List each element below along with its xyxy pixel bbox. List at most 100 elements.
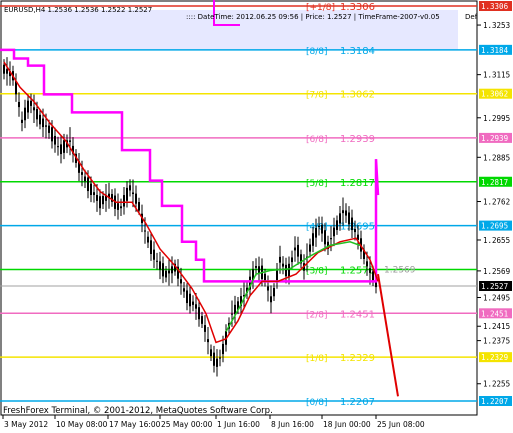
candle-body [159,261,161,270]
candle-body [339,213,341,224]
candle-body [297,244,299,257]
candle-body [216,358,218,367]
candle-body [372,271,374,281]
candle-body [207,339,209,343]
candle-body [81,172,83,175]
candle-body [318,226,320,228]
candle-body [18,101,20,108]
level-label: [5/8] [306,179,328,189]
price-tick-label: 1.3062 [481,90,508,99]
candle-body [321,224,323,234]
price-chart[interactable]: [+1/8] 1.3306 [8/8] 1.3184 [7/8] 1.3062 [6/8] 1… [0,0,513,433]
level-label: [8/8] [306,47,328,57]
info-line: :::: DateTime: 2012.06.25 09:56 | Price:… [186,13,440,21]
candle-body [192,301,194,305]
candle-body [258,266,260,274]
price-tick-label: 1.2527 [481,282,508,291]
candle-body [96,194,98,201]
candle-body [123,195,125,207]
candle-body [171,266,173,274]
level-value: 1.2329 [340,353,375,364]
candle-body [102,195,104,205]
candle-body [282,263,284,267]
candle-body [87,177,89,192]
candle-body [99,196,101,209]
candle-body [348,212,350,225]
candle-body [51,127,53,142]
price-tick-label: 1.2375 [483,337,510,346]
level-label: [2/8] [306,310,328,320]
candle-body [210,349,212,357]
price-tick-label: 1.2207 [481,397,508,406]
price-tick-label: 1.2329 [481,353,508,362]
candle-body [24,107,26,121]
candle-body [42,118,44,128]
level-label: [7/8] [306,91,328,101]
candle-body [153,249,155,260]
candle-body [336,220,338,230]
candle-body [6,69,8,74]
candle-body [342,210,344,214]
candle-body [345,210,347,216]
candle-body [48,125,50,133]
candle-body [156,260,158,262]
price-tick-label: 1.2885 [483,153,510,162]
candle-body [219,357,221,359]
level-label: [3/8] [306,266,328,276]
plot-border [0,0,478,416]
candle-body [150,240,152,255]
time-tick-label: 10 May 08:00 [56,420,108,429]
stop-line [0,48,380,283]
candle-body [186,290,188,304]
time-tick-label: 3 May 2012 [4,420,48,429]
level-label: [0/8] [306,398,328,408]
candle-body [60,144,62,155]
time-tick-label: 17 May 16:00 [109,420,161,429]
price-tick-label: 1.2495 [483,293,510,302]
price-tick-label: 1.2569 [483,267,510,276]
candle-body [180,279,182,284]
def-label: Def [465,13,478,21]
candle-body [21,119,23,123]
candle-body [369,268,371,273]
level-value: 1.3062 [340,90,375,101]
candle-body [354,229,356,233]
candle-body [351,217,353,231]
candle-body [330,238,332,240]
level-label: [6/8] [306,135,328,145]
price-tick-label: 1.3115 [483,71,510,80]
candle-body [366,261,368,267]
level-label: [+1/8] [306,3,335,13]
level-value: 1.2207 [340,397,375,408]
candle-body [324,230,326,245]
time-tick-label: 18 Jun 00:00 [323,420,371,429]
time-tick-label: 25 Jun 08:00 [377,420,425,429]
candle-body [90,183,92,195]
level-label: [1/8] [306,354,328,364]
price-tick-label: 1.2255 [483,380,510,389]
candle-body [315,227,317,238]
candle-body [30,100,32,106]
candle-body [33,107,35,111]
overlay-value: 1.2569 [384,265,416,275]
candle-body [204,325,206,332]
price-tick-label: 1.2817 [481,178,508,187]
candle-body [201,316,203,324]
level-value: 1.2817 [340,178,375,189]
candle-body [231,313,233,315]
price-tick-label: 1.3184 [481,46,509,55]
price-tick-label: 1.2762 [483,198,510,207]
price-tick-label: 1.2695 [481,222,508,231]
level-value: 1.3184 [340,46,375,57]
candle-body [288,263,290,278]
candle-body [279,256,281,263]
candle-body [93,192,95,196]
candle-body [45,125,47,127]
candle-body [120,206,122,209]
candle-body [222,343,224,355]
candle-body [129,185,131,191]
candle-body [54,135,56,145]
level-value: 1.2451 [340,309,375,320]
candle-body [255,266,257,268]
candle-body [63,140,65,153]
